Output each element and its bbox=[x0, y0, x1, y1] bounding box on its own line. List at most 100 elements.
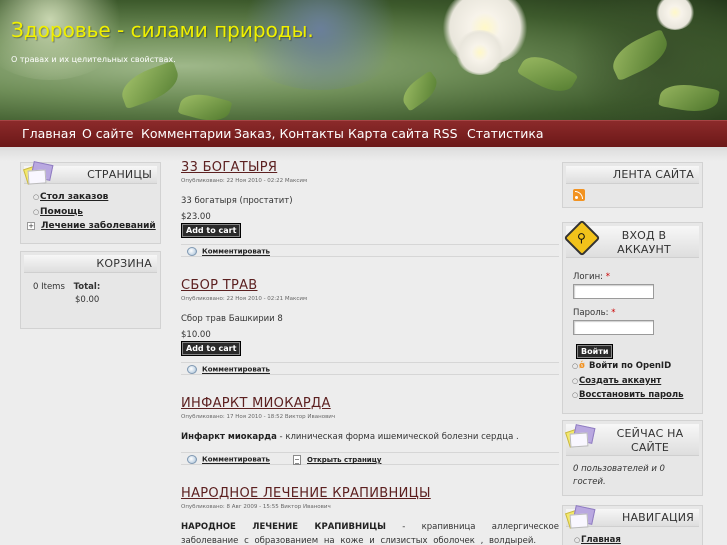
nav-comments[interactable]: Комментарии bbox=[141, 126, 231, 141]
page-icon bbox=[293, 455, 301, 465]
pages-block: СТРАНИЦЫ ○Стол заказов ○Помощь + Лечение … bbox=[20, 160, 161, 244]
bullet-icon: ○ bbox=[574, 536, 581, 544]
comment-icon bbox=[187, 247, 197, 256]
username-label: Логин: * bbox=[573, 272, 610, 282]
login-submit-button[interactable]: Войти bbox=[576, 344, 614, 359]
node-title[interactable]: 33 БОГАТЫРЯ bbox=[181, 160, 559, 175]
header-leaf bbox=[177, 88, 233, 120]
list-item: ○Главная bbox=[574, 533, 621, 545]
open-page-link[interactable]: Открыть страницу bbox=[307, 456, 381, 464]
openid-login-link[interactable]: Войти по OpenID bbox=[589, 361, 671, 371]
add-to-cart-button[interactable]: Add to cart bbox=[181, 341, 242, 356]
comment-icon bbox=[187, 455, 197, 464]
node-33-bogatyrya: 33 БОГАТЫРЯ Опубликовано: 22 Ноя 2010 - … bbox=[181, 160, 559, 257]
login-block: ВХОД В АККАУНТ ⚲ Логин: * Пароль: * Войт… bbox=[562, 219, 703, 414]
node-body: Инфаркт миокарда - клиническая форма ише… bbox=[181, 430, 559, 444]
expand-icon[interactable]: + bbox=[27, 221, 35, 230]
login-links: ○ǿ Войти по OpenID ○Создать аккаунт ○Восс… bbox=[572, 359, 684, 403]
cart-items: 0 Items Total: bbox=[33, 282, 100, 292]
pages-item-help[interactable]: Помощь bbox=[40, 207, 83, 217]
comment-link[interactable]: Комментировать bbox=[202, 456, 270, 464]
header-leaf bbox=[397, 70, 443, 112]
nav-sitemap[interactable]: Карта сайта bbox=[348, 126, 429, 141]
pages-list: ○Стол заказов ○Помощь + Лечение заболеван… bbox=[27, 190, 156, 234]
list-item: ○Создать аккаунт bbox=[572, 374, 684, 389]
node-links: Комментировать bbox=[181, 244, 559, 257]
node-meta: Опубликовано: 22 Ноя 2010 - 02:22 Максим bbox=[181, 178, 308, 184]
list-item: ○Стол заказов bbox=[33, 190, 156, 205]
bullet-icon: ○ bbox=[33, 193, 40, 201]
node-links: Комментировать Открыть страницу bbox=[181, 452, 559, 465]
nav-rss[interactable]: RSS bbox=[433, 126, 458, 141]
navigation-block: НАВИГАЦИЯ ○Главная bbox=[562, 505, 703, 545]
node-body: НАРОДНОЕ ЛЕЧЕНИЕ КРАПИВНИЦЫ - крапивница… bbox=[181, 520, 559, 545]
node-sbor-trav: СБОР ТРАВ Опубликовано: 22 Ноя 2010 - 02… bbox=[181, 278, 559, 375]
node-body-bold: Инфаркт миокарда bbox=[181, 432, 277, 442]
node-meta: Опубликовано: 22 Ноя 2010 - 02:21 Максим bbox=[181, 296, 308, 302]
cart-block: КОРЗИНА 0 Items Total: $0.00 bbox=[20, 251, 161, 329]
node-body-text: - клиническая форма ишемической болезни … bbox=[276, 432, 519, 442]
navigation-item-home[interactable]: Главная bbox=[581, 535, 621, 545]
feed-block: ЛЕНТА САЙТА bbox=[562, 162, 703, 208]
comment-link-wrap: Комментировать bbox=[187, 365, 270, 374]
list-item: ○Восстановить пароль bbox=[572, 388, 684, 403]
node-meta: Опубликовано: 8 Авг 2009 - 15:55 Виктор … bbox=[181, 504, 331, 510]
bullet-icon: ○ bbox=[572, 362, 579, 370]
login-person-glyph: ⚲ bbox=[577, 231, 586, 245]
nav-shadow bbox=[0, 147, 727, 161]
header-flower bbox=[455, 30, 505, 75]
password-label: Пароль: * bbox=[573, 308, 616, 318]
product-price: $23.00 bbox=[181, 212, 211, 222]
list-item: ○Помощь bbox=[33, 205, 156, 220]
comment-link[interactable]: Комментировать bbox=[202, 248, 270, 256]
rss-icon[interactable] bbox=[573, 189, 585, 201]
comment-link[interactable]: Комментировать bbox=[202, 366, 270, 374]
openid-icon: ǿ bbox=[579, 361, 585, 371]
online-block: СЕЙЧАС НА САЙТЕ 0 пользователей и 0 гост… bbox=[562, 420, 703, 496]
add-to-cart-button[interactable]: Add to cart bbox=[181, 223, 242, 238]
site-title[interactable]: Здоровье - силами природы. bbox=[11, 18, 314, 42]
main-nav: Главная О сайте Комментарии Заказ, Конта… bbox=[0, 120, 727, 147]
cart-block-title: КОРЗИНА bbox=[24, 255, 157, 273]
create-account-link[interactable]: Создать аккаунт bbox=[579, 376, 661, 386]
pages-item-orders[interactable]: Стол заказов bbox=[40, 192, 108, 202]
nav-order-contacts[interactable]: Заказ, Контакты bbox=[234, 126, 344, 141]
bullet-icon: ○ bbox=[572, 391, 579, 399]
nav-statistics[interactable]: Статистика bbox=[467, 126, 544, 141]
header-bokeh bbox=[230, 0, 410, 90]
navigation-list: ○Главная bbox=[574, 533, 621, 545]
comment-link-wrap: Комментировать bbox=[187, 455, 270, 464]
node-title[interactable]: СБОР ТРАВ bbox=[181, 278, 559, 293]
bullet-icon: ○ bbox=[33, 207, 40, 216]
notes-icon bbox=[23, 160, 54, 188]
cart-items-count: 0 Items bbox=[33, 282, 65, 292]
cart-total-value: $0.00 bbox=[75, 295, 100, 305]
feed-block-title: ЛЕНТА САЙТА bbox=[566, 166, 699, 184]
open-page-link-wrap: Открыть страницу bbox=[293, 455, 381, 465]
pages-item-treatment[interactable]: Лечение заболеваний bbox=[41, 221, 156, 231]
site-header: Здоровье - силами природы. О травах и их… bbox=[0, 0, 727, 120]
comment-link-wrap: Комментировать bbox=[187, 247, 270, 256]
node-body: Сбор трав Башкирии 8 bbox=[181, 314, 283, 324]
node-body: 33 богатыря (простатит) bbox=[181, 196, 293, 206]
nav-about[interactable]: О сайте bbox=[82, 126, 133, 141]
notes-icon bbox=[565, 504, 596, 532]
node-title[interactable]: ИНФАРКТ МИОКАРДА bbox=[181, 396, 559, 411]
node-title[interactable]: НАРОДНОЕ ЛЕЧЕНИЕ КРАПИВНИЦЫ bbox=[181, 486, 559, 501]
username-input[interactable] bbox=[573, 284, 654, 299]
product-price: $10.00 bbox=[181, 330, 211, 340]
reset-password-link[interactable]: Восстановить пароль bbox=[579, 390, 684, 400]
node-infarkt: ИНФАРКТ МИОКАРДА Опубликовано: 17 Ноя 20… bbox=[181, 396, 559, 465]
node-krapivnitsa: НАРОДНОЕ ЛЕЧЕНИЕ КРАПИВНИЦЫ Опубликовано… bbox=[181, 486, 559, 545]
list-item: ○ǿ Войти по OpenID bbox=[572, 359, 684, 374]
comment-icon bbox=[187, 365, 197, 374]
node-body-bold: НАРОДНОЕ ЛЕЧЕНИЕ КРАПИВНИЦЫ bbox=[181, 522, 386, 532]
password-input[interactable] bbox=[573, 320, 654, 335]
list-item: + Лечение заболеваний bbox=[27, 219, 156, 234]
bullet-icon: ○ bbox=[572, 376, 579, 385]
node-links: Комментировать bbox=[181, 362, 559, 375]
online-text: 0 пользователей и 0 гостей. bbox=[573, 464, 665, 487]
nav-home[interactable]: Главная bbox=[22, 126, 76, 141]
cart-total-label: Total: bbox=[73, 282, 101, 292]
header-leaf bbox=[116, 60, 184, 110]
